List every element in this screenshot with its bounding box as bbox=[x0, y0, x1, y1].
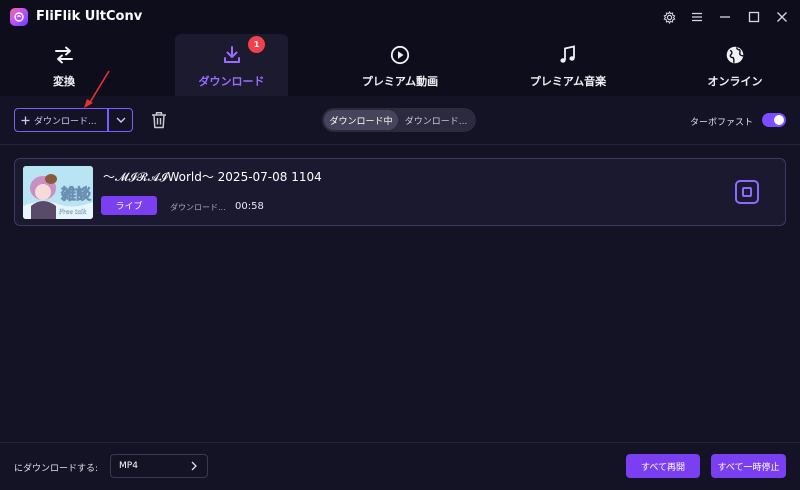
globe-icon bbox=[725, 44, 745, 66]
tab-online-label: オンライン bbox=[707, 75, 763, 88]
output-format-value: MP4 bbox=[119, 461, 138, 471]
title-bar: FliFlik UltConv bbox=[0, 0, 800, 34]
toolbar-divider bbox=[0, 144, 800, 145]
plus-icon bbox=[21, 116, 30, 124]
toggle-knob bbox=[774, 115, 784, 125]
tab-online[interactable]: オンライン bbox=[680, 34, 790, 96]
output-format-select[interactable]: MP4 bbox=[110, 454, 208, 478]
resume-all-button[interactable]: すべて再開 bbox=[626, 454, 700, 478]
output-format-label: にダウンロードする: bbox=[14, 464, 99, 474]
stop-recording-button[interactable] bbox=[735, 180, 759, 204]
app-title: FliFlik UltConv bbox=[36, 9, 143, 24]
gear-icon[interactable] bbox=[661, 9, 677, 25]
download-count-badge: 1 bbox=[248, 36, 265, 53]
live-badge: ライブ bbox=[101, 196, 157, 215]
turbo-fast-label: ターボファスト bbox=[690, 118, 754, 128]
chevron-down-icon bbox=[116, 117, 125, 123]
convert-arrows-icon bbox=[54, 44, 74, 66]
add-download-label: ダウンロード... bbox=[34, 116, 97, 127]
add-download-button[interactable]: ダウンロード... bbox=[14, 108, 108, 132]
tab-premium-music-label: プレミアム音楽 bbox=[529, 75, 607, 88]
minimize-icon[interactable] bbox=[717, 9, 733, 25]
tab-premium-music[interactable]: プレミアム音楽 bbox=[514, 34, 622, 96]
download-panel: ダウンロード... ダウンロード中 ダウンロード... ターボファスト 雑談 F… bbox=[0, 96, 800, 490]
video-thumbnail: 雑談 Free talk bbox=[23, 166, 93, 219]
video-title: 〜𝓜𝓘𝓡𝓐𝓘World〜 2025-07-08 1104 bbox=[103, 170, 322, 184]
close-icon[interactable] bbox=[774, 9, 790, 25]
stop-icon bbox=[742, 187, 752, 197]
main-nav: 変換 ダウンロード 1 プレミアム動画 プレミアム音楽 オンライン bbox=[0, 34, 800, 96]
tab-premium-video[interactable]: プレミアム動画 bbox=[346, 34, 454, 96]
download-options-dropdown[interactable] bbox=[108, 108, 133, 132]
annotation-arrow-icon bbox=[84, 70, 110, 108]
svg-text:Free talk: Free talk bbox=[58, 209, 87, 216]
app-logo-icon bbox=[10, 8, 28, 26]
download-status: ダウンロード... bbox=[170, 203, 226, 212]
tab-download[interactable]: ダウンロード bbox=[175, 34, 288, 96]
play-circle-icon bbox=[390, 44, 410, 66]
chevron-right-icon bbox=[191, 461, 197, 471]
pause-all-button[interactable]: すべて一時停止 bbox=[711, 454, 786, 478]
turbo-fast-toggle[interactable] bbox=[762, 113, 786, 127]
footer-divider bbox=[0, 442, 800, 443]
music-note-icon bbox=[559, 44, 577, 66]
download-status-segmented: ダウンロード中 ダウンロード... bbox=[322, 108, 476, 132]
segment-downloading[interactable]: ダウンロード中 bbox=[324, 110, 398, 130]
trash-icon[interactable] bbox=[150, 110, 168, 130]
menu-icon[interactable] bbox=[689, 9, 705, 25]
maximize-icon[interactable] bbox=[746, 9, 762, 25]
download-item: 雑談 Free talk 〜𝓜𝓘𝓡𝓐𝓘World〜 2025-07-08 110… bbox=[14, 158, 786, 226]
tab-premium-video-label: プレミアム動画 bbox=[361, 75, 439, 88]
segment-downloaded[interactable]: ダウンロード... bbox=[398, 110, 474, 130]
tab-convert-label: 変換 bbox=[53, 75, 75, 88]
elapsed-time: 00:58 bbox=[235, 201, 264, 212]
tab-download-label: ダウンロード bbox=[198, 75, 265, 88]
download-icon bbox=[222, 44, 242, 66]
thumbnail-text: 雑談 bbox=[60, 185, 92, 203]
